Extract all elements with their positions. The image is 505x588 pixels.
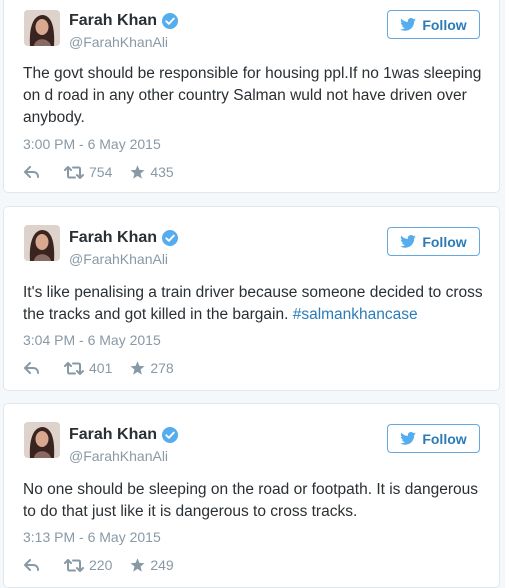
author-handle[interactable]: @FarahKhanAli [69, 251, 168, 267]
reply-icon [24, 361, 39, 374]
verified-badge-icon [162, 230, 179, 246]
follow-label: Follow [422, 430, 467, 447]
favorite-button[interactable]: 278 [130, 360, 174, 376]
star-icon [130, 361, 145, 375]
author-name-row: Farah Khan [69, 12, 179, 30]
tweet-card: Farah Khan @FarahKhanAli Follow No one s… [3, 403, 500, 588]
verified-badge-icon [162, 427, 179, 443]
tweet-body: The govt should be responsible for housi… [23, 65, 482, 126]
reply-button[interactable] [24, 558, 39, 572]
reply-icon [24, 558, 39, 571]
avatar[interactable] [24, 422, 60, 458]
tweet-card: Farah Khan @FarahKhanAli Follow The govt… [3, 0, 500, 193]
tweet-text: It's like penalising a train driver beca… [23, 282, 488, 326]
tweet-text: The govt should be responsible for housi… [23, 63, 488, 129]
author-name[interactable]: Farah Khan [69, 229, 157, 247]
avatar[interactable] [24, 10, 60, 46]
author-handle[interactable]: @FarahKhanAli [69, 448, 168, 464]
retweet-count: 401 [89, 360, 113, 376]
retweet-button[interactable]: 401 [64, 360, 112, 376]
verified-badge-icon [162, 13, 179, 29]
follow-label: Follow [422, 233, 467, 250]
author-name-row: Farah Khan [69, 229, 179, 247]
author-name[interactable]: Farah Khan [69, 12, 157, 30]
tweet-card: Farah Khan @FarahKhanAli Follow It's lik… [3, 206, 500, 391]
hashtag-link[interactable]: #salmankhancase [293, 306, 418, 323]
retweet-icon [64, 361, 84, 375]
retweet-button[interactable]: 754 [64, 164, 112, 180]
avatar[interactable] [24, 225, 60, 261]
retweet-icon [64, 165, 84, 179]
avatar-image [24, 225, 60, 261]
avatar-image [24, 422, 60, 458]
favorite-button[interactable]: 435 [130, 164, 174, 180]
retweet-count: 754 [89, 164, 113, 180]
follow-label: Follow [422, 16, 467, 33]
follow-button[interactable]: Follow [387, 424, 480, 453]
author-name-row: Farah Khan [69, 426, 179, 444]
tweet-actions: 754 435 [24, 164, 192, 180]
tweet-text: No one should be sleeping on the road or… [23, 479, 488, 523]
star-icon [130, 165, 145, 179]
tweet-body: No one should be sleeping on the road or… [23, 481, 478, 520]
star-icon [130, 558, 145, 572]
author-name[interactable]: Farah Khan [69, 426, 157, 444]
tweet-timestamp[interactable]: 3:00 PM - 6 May 2015 [23, 136, 161, 152]
follow-button[interactable]: Follow [387, 10, 480, 39]
author-handle[interactable]: @FarahKhanAli [69, 34, 168, 50]
reply-button[interactable] [24, 361, 39, 375]
favorite-count: 278 [150, 360, 174, 376]
tweet-timestamp[interactable]: 3:04 PM - 6 May 2015 [23, 332, 161, 348]
follow-button[interactable]: Follow [387, 227, 480, 256]
twitter-bird-icon [400, 432, 417, 445]
twitter-bird-icon [400, 18, 417, 31]
avatar-image [24, 10, 60, 46]
tweet-timestamp[interactable]: 3:13 PM - 6 May 2015 [23, 529, 161, 545]
reply-icon [24, 165, 39, 178]
retweet-icon [64, 558, 84, 572]
reply-button[interactable] [24, 165, 39, 179]
tweet-actions: 401 278 [24, 360, 192, 376]
twitter-bird-icon [400, 235, 417, 248]
favorite-count: 435 [150, 164, 174, 180]
